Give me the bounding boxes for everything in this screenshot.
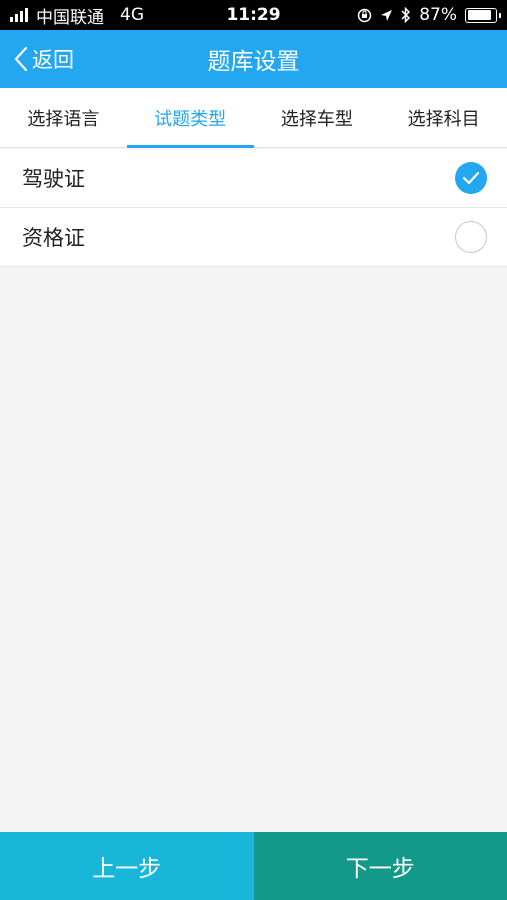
carrier-name: 中国联通 xyxy=(36,7,104,28)
back-button[interactable]: 返回 xyxy=(14,30,74,88)
tab-bar: 选择语言 试题类型 选择车型 选择科目 xyxy=(0,88,507,148)
previous-step-button[interactable]: 上一步 xyxy=(0,832,254,900)
battery-fill xyxy=(467,10,491,20)
bluetooth-icon xyxy=(401,7,411,23)
battery-percent: 87% xyxy=(419,5,457,25)
battery-icon xyxy=(465,7,501,23)
chevron-left-icon xyxy=(14,46,28,72)
signal-icon xyxy=(10,8,28,22)
status-bar: 中国联通 4G 11:29 87% xyxy=(0,0,507,30)
nav-bar: 返回 题库设置 xyxy=(0,30,507,88)
radio-check-icon[interactable] xyxy=(455,162,487,194)
option-driving-license[interactable]: 驾驶证 xyxy=(0,149,507,208)
orientation-lock-icon xyxy=(357,8,372,22)
option-label: 驾驶证 xyxy=(22,167,85,191)
tab-question-type[interactable]: 试题类型 xyxy=(126,88,254,148)
status-left: 中国联通 4G xyxy=(10,3,144,28)
radio-empty-icon[interactable] xyxy=(455,221,487,253)
status-right: 87% xyxy=(357,5,501,25)
option-qualification-cert[interactable]: 资格证 xyxy=(0,208,507,267)
bottom-bar: 上一步 下一步 xyxy=(0,832,507,900)
option-label: 资格证 xyxy=(22,226,85,250)
page-title: 题库设置 xyxy=(207,49,300,75)
next-step-button[interactable]: 下一步 xyxy=(253,832,507,900)
option-list: 驾驶证 资格证 xyxy=(0,149,507,267)
back-label: 返回 xyxy=(32,48,74,72)
network-type: 4G xyxy=(120,5,144,25)
tab-select-subject[interactable]: 选择科目 xyxy=(380,88,507,147)
tab-select-language[interactable]: 选择语言 xyxy=(0,88,127,147)
tab-select-vehicle[interactable]: 选择车型 xyxy=(254,88,381,147)
location-icon xyxy=(381,9,393,21)
checkmark-icon xyxy=(462,171,480,185)
